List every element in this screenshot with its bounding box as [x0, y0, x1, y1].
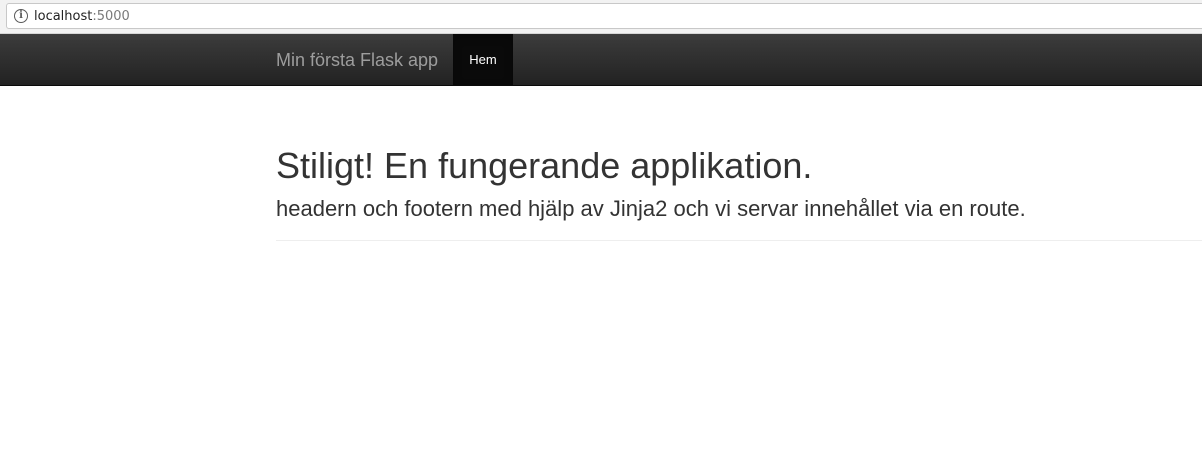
page-headline: Stiligt! En fungerande applikation.	[276, 145, 813, 186]
lead-text: headern och footern med hjälp av Jinja2 …	[276, 196, 1026, 221]
jumbotron: Stiligt! En fungerande applikation. head…	[276, 86, 1202, 241]
url-text: localhost:5000	[34, 8, 130, 25]
url-host: localhost	[34, 9, 93, 24]
navbar-brand-link[interactable]: Min första Flask app	[276, 50, 438, 70]
info-icon[interactable]: i	[14, 9, 28, 23]
divider	[276, 240, 1202, 241]
nav-item-hem[interactable]: Hem	[453, 34, 513, 85]
top-navbar: Min första Flask app Hem	[0, 34, 1202, 86]
url-port: :5000	[92, 9, 130, 24]
url-field[interactable]: i localhost:5000	[6, 3, 1202, 29]
browser-address-bar: i localhost:5000	[0, 0, 1202, 34]
